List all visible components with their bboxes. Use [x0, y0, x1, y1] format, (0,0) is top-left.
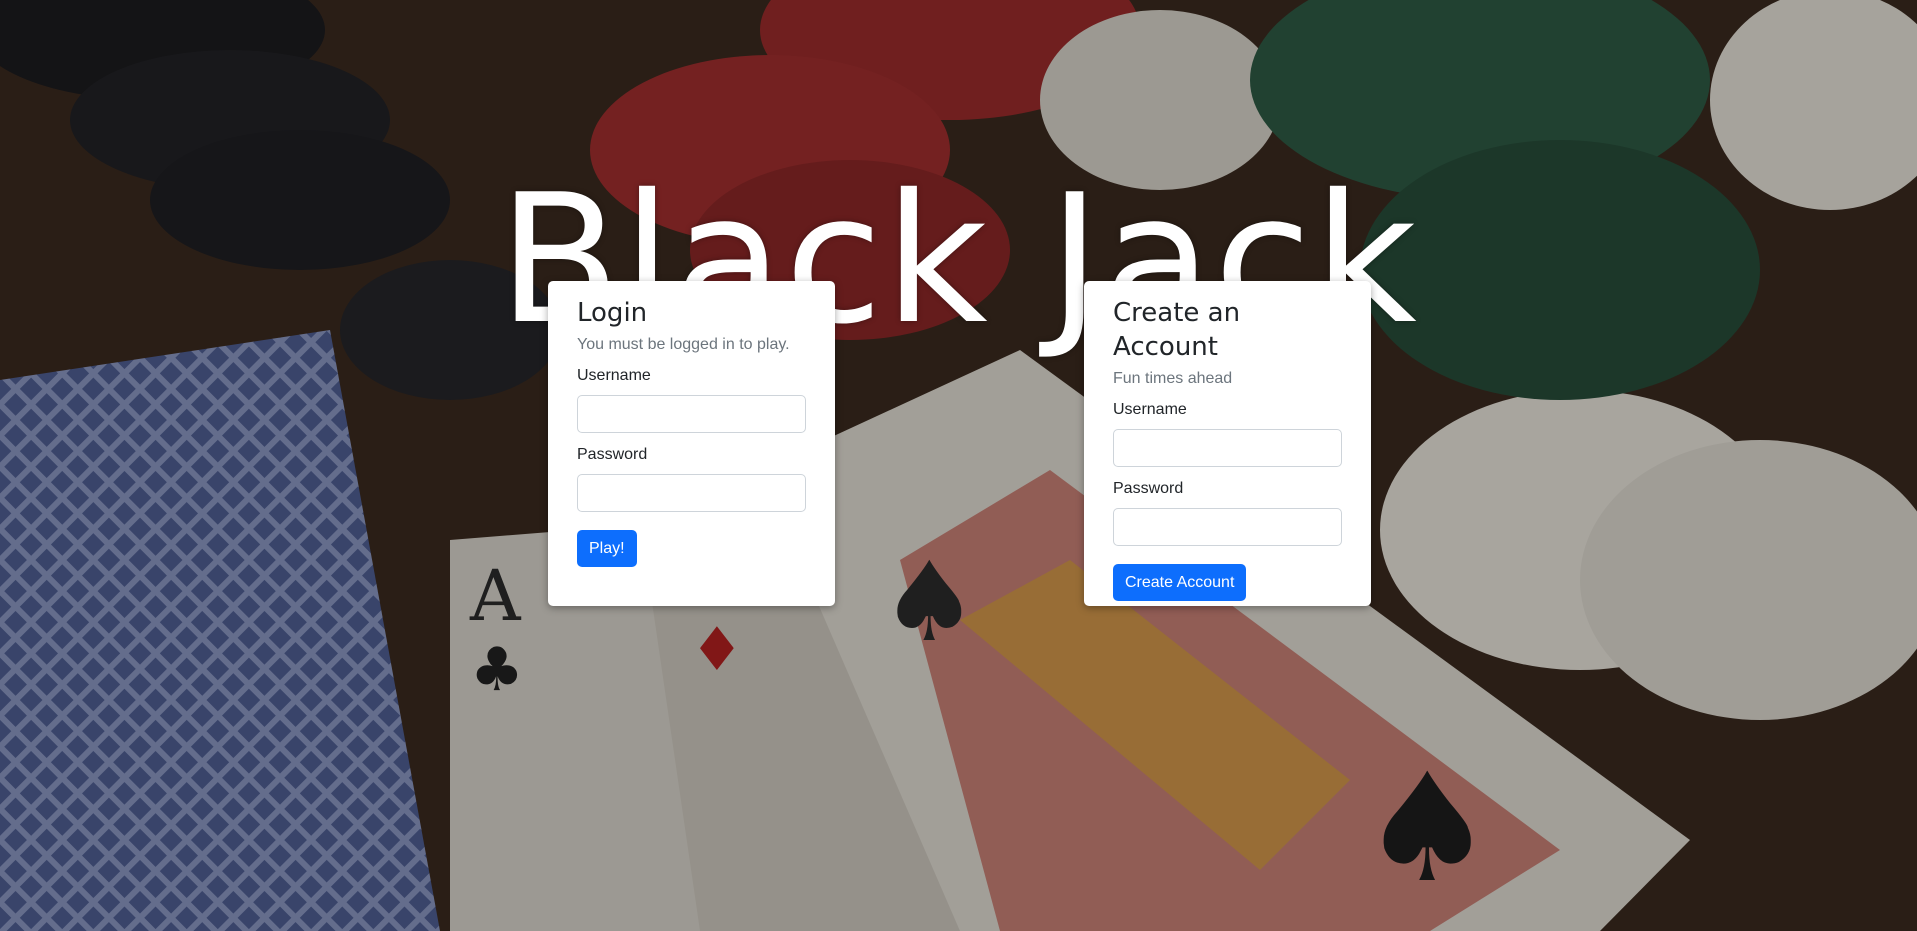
signup-username-input[interactable] [1113, 429, 1342, 467]
create-account-subtitle: Fun times ahead [1113, 370, 1233, 387]
login-password-input[interactable] [577, 474, 806, 512]
create-account-title: Create an Account [1113, 298, 1241, 362]
login-username-label: Username [577, 367, 651, 384]
login-username-input[interactable] [577, 395, 806, 433]
page-title: Black Jack [498, 156, 1419, 364]
create-account-button[interactable]: Create Account [1113, 564, 1247, 601]
play-button[interactable]: Play! [577, 530, 637, 567]
signup-password-input[interactable] [1113, 508, 1342, 546]
login-password-label: Password [577, 446, 648, 463]
create-account-card: Create an Account Fun times ahead Userna… [1084, 281, 1371, 606]
login-title: Login [577, 298, 648, 328]
signup-username-label: Username [1113, 401, 1187, 418]
login-card: Login You must be logged in to play. Use… [548, 281, 835, 606]
signup-password-label: Password [1113, 480, 1184, 497]
background-image: A ♣ ♠ ♠ ♦ [0, 0, 1917, 931]
login-subtitle: You must be logged in to play. [577, 336, 790, 353]
